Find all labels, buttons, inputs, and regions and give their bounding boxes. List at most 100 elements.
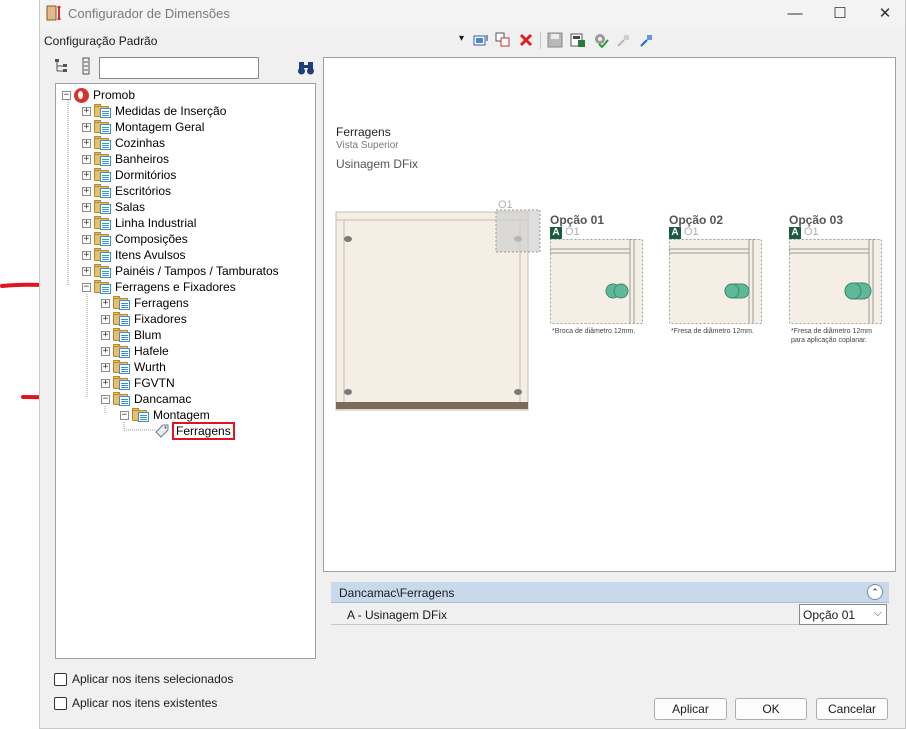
expand-toggle[interactable]: + [82, 106, 91, 116]
folder-icon [94, 168, 112, 182]
expand-tree-icon[interactable] [54, 57, 70, 75]
property-group-label: Dancamac\Ferragens [339, 586, 455, 600]
expand-toggle[interactable]: + [101, 298, 110, 308]
usinagem-option-select[interactable]: Opção 01 ⌵ [799, 604, 887, 625]
option-badge: A [669, 227, 681, 239]
apply-button[interactable]: Aplicar [654, 698, 727, 720]
tree-node[interactable]: + Painéis / Tampos / Tamburatos [82, 263, 279, 279]
folder-icon [94, 136, 112, 150]
expand-toggle[interactable]: + [82, 234, 91, 244]
expand-toggle[interactable]: + [82, 170, 91, 180]
tree-node[interactable]: + Escritórios [82, 183, 171, 199]
expand-toggle[interactable]: + [82, 202, 91, 212]
collapse-toggle[interactable]: − [120, 410, 129, 420]
tree-node[interactable]: + Dormitórios [82, 167, 176, 183]
tree-node[interactable]: + Banheiros [82, 151, 169, 167]
settings-check-icon[interactable] [593, 32, 609, 48]
dimension-configurator-window: Configurador de Dimensões — ☐ ✕ Configur… [39, 0, 906, 729]
binoculars-search-icon[interactable] [297, 60, 315, 76]
expand-toggle[interactable]: + [101, 330, 110, 340]
expand-toggle[interactable]: + [82, 266, 91, 276]
category-tree[interactable]: − Promob + Medidas de Inserção + Montagem … [55, 83, 316, 659]
option-code: O1 [565, 226, 580, 238]
collapse-tree-icon[interactable] [80, 57, 92, 75]
tree-label: Cozinhas [115, 136, 166, 150]
config-toolbar: Configuração Padrão ▾ [40, 29, 905, 51]
tree-label: Wurth [134, 360, 166, 374]
tree-label: Itens Avulsos [115, 248, 186, 262]
tree-node[interactable]: + Montagem Geral [82, 119, 204, 135]
chevron-down-icon[interactable]: ⌵ [874, 607, 882, 620]
option-badge: A [550, 227, 562, 239]
apply-selected-option[interactable]: Aplicar nos itens selecionados [54, 672, 233, 686]
expand-toggle[interactable]: + [82, 154, 91, 164]
preview-panel: Ferragens Vista Superior Usinagem DFix O… [323, 57, 896, 572]
pin-disabled-icon[interactable] [616, 32, 632, 48]
tree-node-ferragens-selected[interactable]: Ferragens [154, 421, 235, 441]
cancel-button[interactable]: Cancelar [816, 698, 888, 720]
config-preset-select[interactable]: Configuração Padrão [44, 34, 157, 48]
option-01-drawing [550, 239, 643, 324]
tree-node[interactable]: + Cozinhas [82, 135, 165, 151]
tree-node-dancamac[interactable]: − Dancamac [101, 391, 191, 407]
apply-existing-option[interactable]: Aplicar nos itens existentes [54, 696, 217, 710]
folder-icon [94, 184, 112, 198]
minimize-button[interactable]: — [773, 2, 817, 24]
folder-icon [94, 280, 112, 294]
tree-node[interactable]: + Medidas de Inserção [82, 103, 226, 119]
tree-node[interactable]: + FGVTN [101, 375, 175, 391]
folder-icon [94, 152, 112, 166]
expand-toggle[interactable]: + [82, 218, 91, 228]
maximize-button[interactable]: ☐ [818, 2, 862, 24]
tree-node[interactable]: + Fixadores [101, 311, 187, 327]
tree-label: Composições [115, 232, 188, 246]
tree-label: Montagem [153, 408, 210, 422]
tree-node[interactable]: + Blum [101, 327, 161, 343]
collapse-toggle[interactable]: − [62, 90, 71, 100]
export-icon[interactable] [570, 32, 586, 48]
tree-node-ferragens-e-fixadores[interactable]: − Ferragens e Fixadores [82, 279, 236, 295]
expand-toggle[interactable]: + [82, 138, 91, 148]
tree-node-root[interactable]: − Promob [62, 87, 135, 103]
expand-toggle[interactable]: + [82, 250, 91, 260]
checkbox-label: Aplicar nos itens existentes [72, 696, 218, 710]
delete-icon[interactable] [518, 32, 534, 48]
tree-search-input[interactable] [99, 57, 259, 79]
collapse-toggle[interactable]: − [82, 282, 91, 292]
close-button[interactable]: ✕ [863, 2, 906, 24]
collapse-toggle[interactable]: − [101, 394, 110, 404]
tree-label: Banheiros [115, 152, 170, 166]
new-config-icon[interactable] [473, 32, 489, 48]
save-icon[interactable] [547, 32, 563, 48]
folder-icon [94, 264, 112, 278]
tree-node[interactable]: + Composições [82, 231, 188, 247]
toolbar-separator [540, 32, 541, 49]
tree-node[interactable]: + Itens Avulsos [82, 247, 186, 263]
expand-toggle[interactable]: + [101, 378, 110, 388]
expand-toggle[interactable]: + [101, 362, 110, 372]
tree-label: Medidas de Inserção [115, 104, 227, 118]
expand-toggle[interactable]: + [101, 314, 110, 324]
config-dropdown-arrow-icon[interactable]: ▾ [459, 33, 464, 44]
tree-node[interactable]: + Hafele [101, 343, 169, 359]
tree-label: Promob [93, 88, 136, 102]
folder-icon [94, 200, 112, 214]
ok-button[interactable]: OK [735, 698, 807, 720]
folder-icon [94, 104, 112, 118]
expand-toggle[interactable]: + [82, 186, 91, 196]
tree-node[interactable]: + Salas [82, 199, 145, 215]
property-group-header[interactable]: Dancamac\Ferragens ⌃ [331, 582, 889, 603]
expand-toggle[interactable]: + [82, 122, 91, 132]
apply-selected-checkbox[interactable] [54, 672, 67, 686]
collapse-group-icon[interactable]: ⌃ [867, 584, 883, 600]
tree-node[interactable]: + Wurth [101, 359, 166, 375]
pin-icon[interactable] [639, 32, 655, 48]
apply-existing-checkbox[interactable] [54, 696, 67, 710]
tree-node[interactable]: + Linha Industrial [82, 215, 196, 231]
folder-icon [132, 408, 150, 422]
expand-toggle[interactable]: + [101, 346, 110, 356]
tree-node[interactable]: + Ferragens [101, 295, 189, 311]
copy-config-icon[interactable] [495, 32, 511, 48]
property-label: A - Usinagem DFix [347, 608, 448, 622]
preview-subtitle: Vista Superior [336, 140, 399, 151]
